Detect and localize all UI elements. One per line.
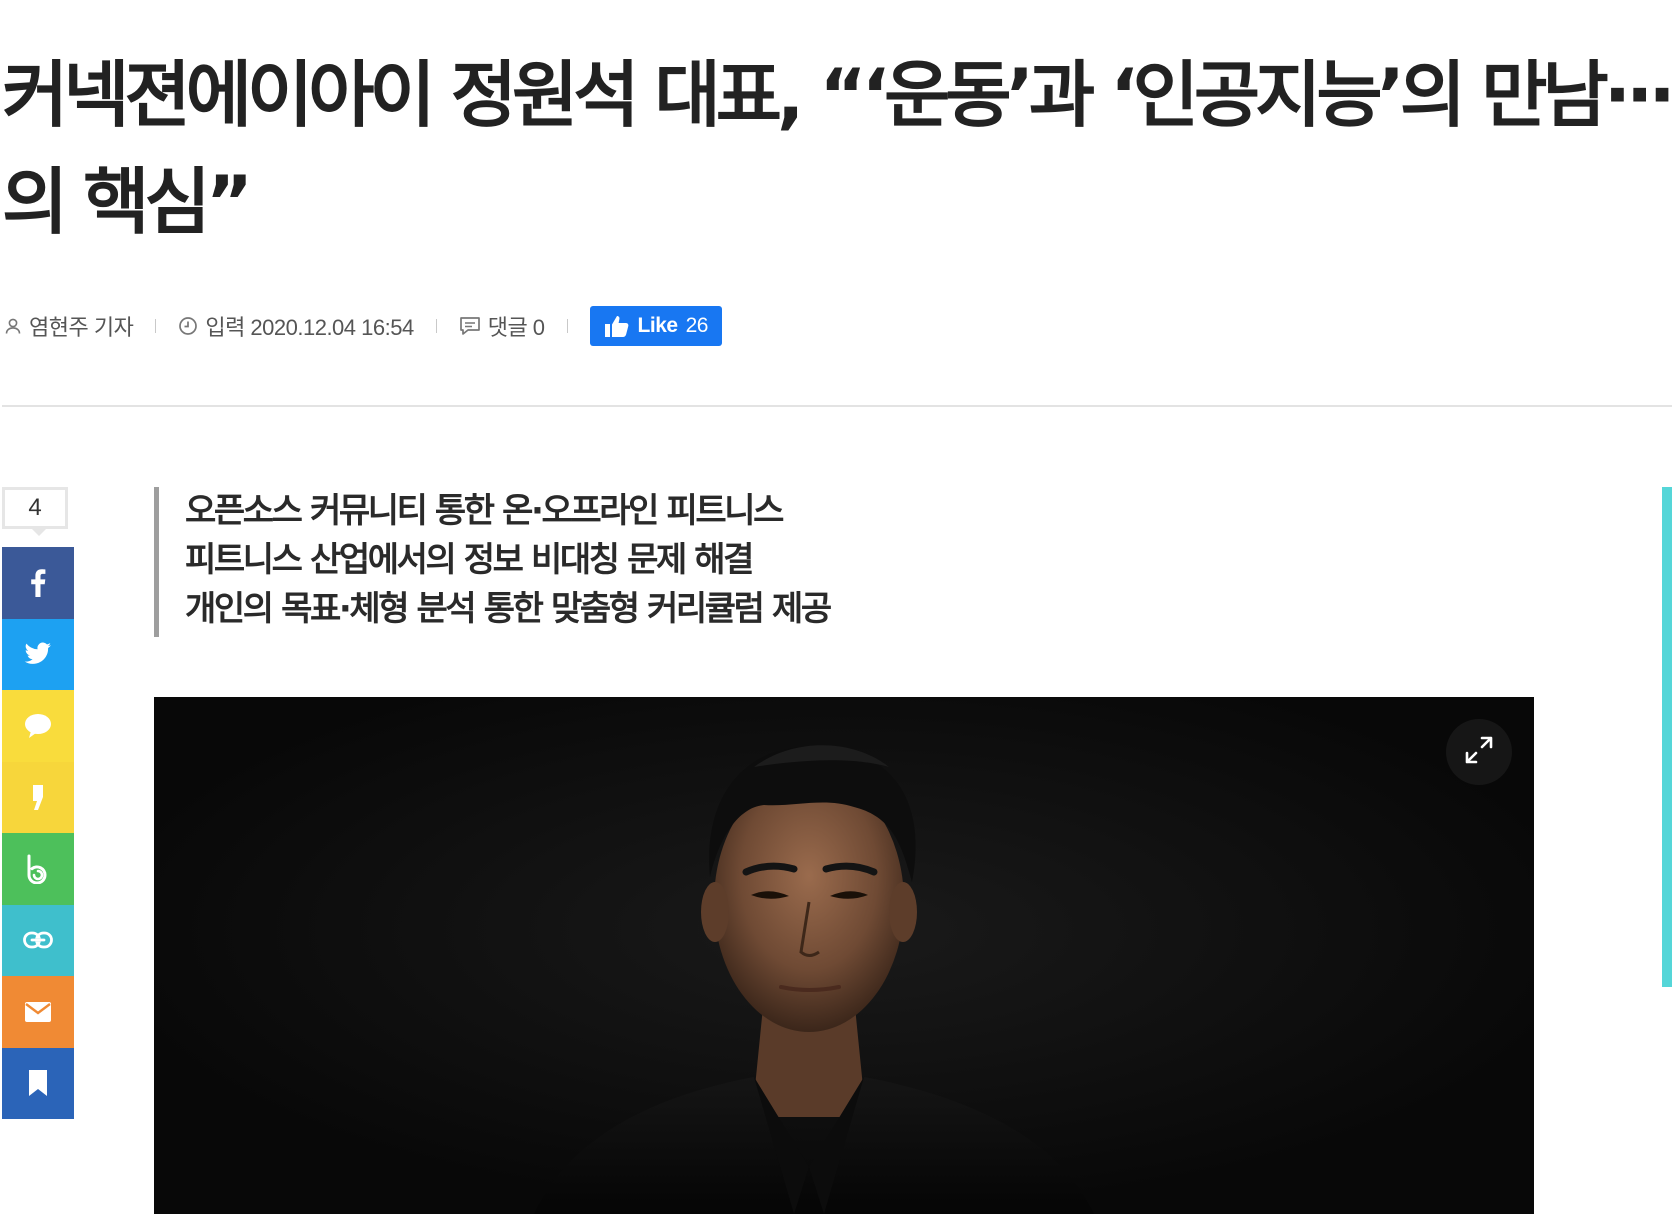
comment-count[interactable]: 댓글 0 xyxy=(459,310,545,342)
article-page: 커넥젼에이아이 정원석 대표, “‘운동’과 ‘인공지능’의 만남···삶의 핵… xyxy=(0,0,1672,1214)
reporter: 염현주 기자 xyxy=(4,310,134,342)
article-summary: 오픈소스 커뮤니티 통한 온·오프라인 피트니스 피트니스 산업에서의 정보 비… xyxy=(154,487,832,637)
kakaostory-icon xyxy=(30,783,46,811)
band-icon xyxy=(25,854,51,884)
facebook-icon xyxy=(30,569,46,597)
share-email-button[interactable] xyxy=(2,976,74,1048)
comment-icon xyxy=(459,316,481,336)
person-icon xyxy=(4,317,22,335)
meta-divider xyxy=(435,319,437,333)
facebook-like-button[interactable]: Like 26 xyxy=(589,306,722,346)
meta-divider xyxy=(155,319,157,333)
bookmark-icon xyxy=(27,1069,49,1097)
comment-text: 댓글 0 xyxy=(487,315,545,340)
share-count: 4 xyxy=(2,487,68,536)
article-meta: 염현주 기자 입력 2020.12.04 16:54 댓글 0 Like 26 xyxy=(4,306,722,346)
link-icon xyxy=(23,931,53,949)
clock-icon xyxy=(178,316,198,336)
share-buttons xyxy=(2,547,74,1119)
share-kakaotalk-button[interactable] xyxy=(2,690,74,762)
share-twitter-button[interactable] xyxy=(2,618,74,690)
summary-line: 오픈소스 커뮤니티 통한 온·오프라인 피트니스 xyxy=(185,491,784,531)
meta-divider xyxy=(566,319,568,333)
portrait-image xyxy=(154,697,1534,1214)
mail-icon xyxy=(24,1001,52,1023)
published-text: 입력 2020.12.04 16:54 xyxy=(205,315,414,340)
meta-divider-line xyxy=(2,405,1672,407)
right-edge-accent xyxy=(1662,487,1672,987)
summary-line: 개인의 목표·체형 분석 통한 맞춤형 커리큘럼 제공 xyxy=(185,589,832,629)
expand-photo-button[interactable] xyxy=(1446,719,1512,785)
share-link-button[interactable] xyxy=(2,904,74,976)
bookmark-button[interactable] xyxy=(2,1047,74,1119)
article-title: 커넥젼에이아이 정원석 대표, “‘운동’과 ‘인공지능’의 만남···삶의 핵… xyxy=(2,53,1672,244)
like-count: 26 xyxy=(685,314,709,337)
reporter-name[interactable]: 염현주 기자 xyxy=(29,310,134,342)
thumbs-up-icon xyxy=(604,314,630,338)
article-photo xyxy=(154,697,1534,1214)
speech-bubble-icon xyxy=(24,713,52,739)
expand-icon xyxy=(1464,735,1494,769)
summary-line: 피트니스 산업에서의 정보 비대칭 문제 해결 xyxy=(185,540,754,580)
share-facebook-button[interactable] xyxy=(2,547,74,619)
twitter-icon xyxy=(24,642,52,666)
like-label: Like xyxy=(637,314,679,337)
share-band-button[interactable] xyxy=(2,833,74,905)
share-kakaostory-button[interactable] xyxy=(2,761,74,833)
published-date: 입력 2020.12.04 16:54 xyxy=(178,310,414,342)
